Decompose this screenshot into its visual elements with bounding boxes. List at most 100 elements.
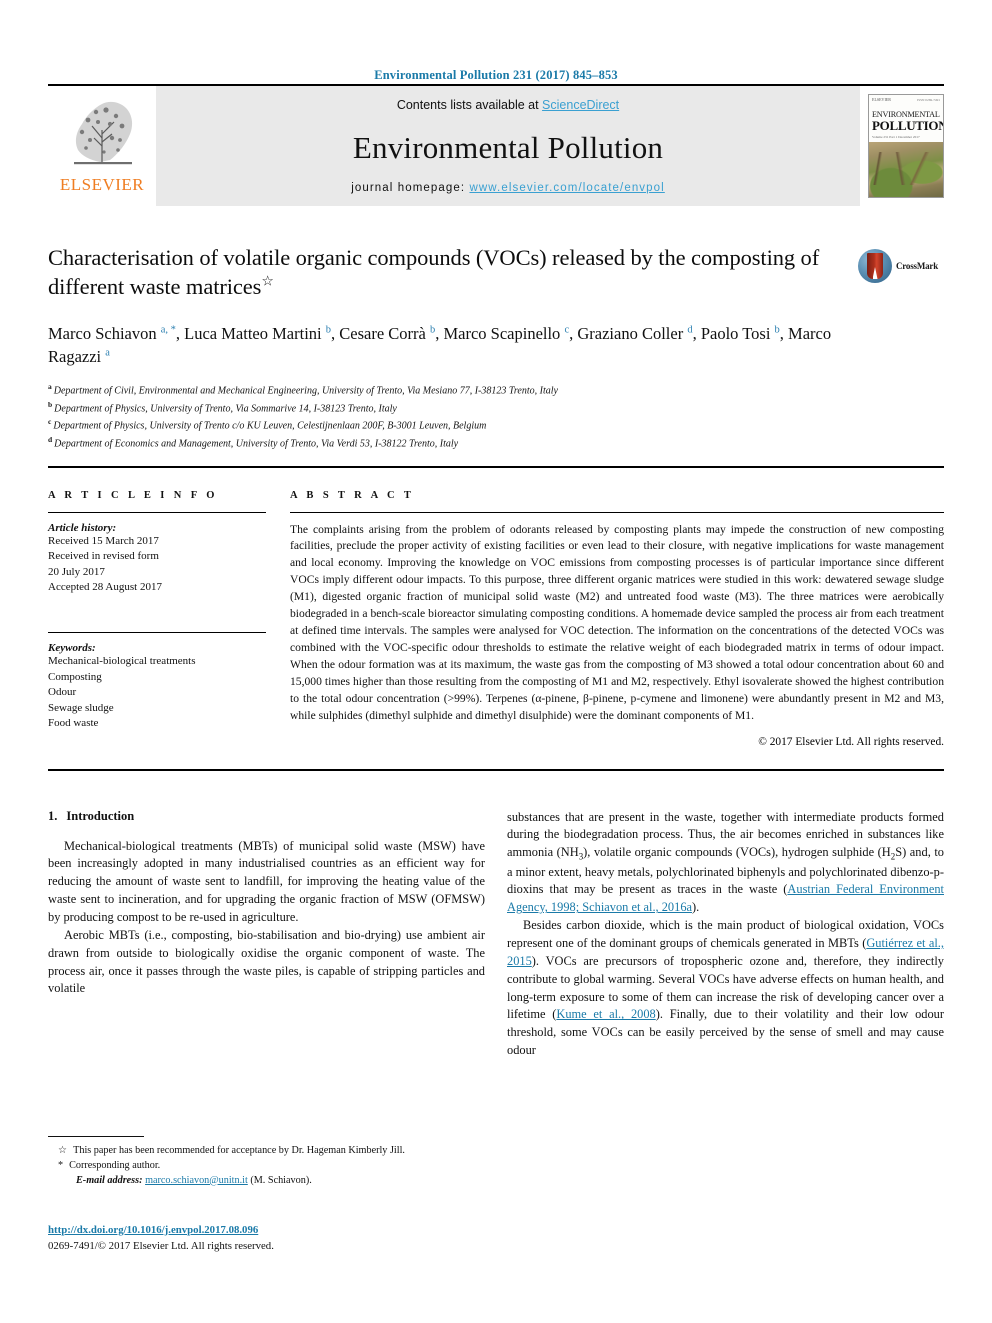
- footnote-star-text: This paper has been recommended for acce…: [73, 1145, 405, 1156]
- keyword-item: Food waste: [48, 717, 99, 730]
- journal-title: Environmental Pollution: [352, 129, 664, 165]
- affiliation-mark: d: [48, 434, 53, 444]
- article-history-item: 20 July 2017: [48, 565, 105, 578]
- article-history-item: Received 15 March 2017: [48, 534, 159, 547]
- crossmark-icon: [858, 249, 892, 283]
- elsevier-logo: ELSEVIER: [48, 86, 156, 206]
- email-address-label: E-mail address:: [76, 1174, 143, 1186]
- affiliation-item: b Department of Physics, University of Tr…: [48, 399, 944, 417]
- affiliation-text: Department of Economics and Management, …: [54, 438, 459, 450]
- elsevier-wordmark: ELSEVIER: [59, 175, 145, 194]
- masthead-center-band: Contents lists available at ScienceDirec…: [156, 86, 860, 206]
- author-affiliation-mark: a, *: [160, 324, 176, 336]
- keywords-label: Keywords:: [48, 641, 96, 654]
- imprint-block: http://dx.doi.org/10.1016/j.envpol.2017.…: [48, 1222, 508, 1254]
- affiliation-item: c Department of Physics, University of Tr…: [48, 416, 944, 434]
- abstract-column: A B S T R A C T The complaints arising f…: [290, 490, 944, 748]
- author-name: Marco Schiavon: [48, 323, 161, 343]
- contents-lists-line: Contents lists available at ScienceDirec…: [397, 98, 619, 112]
- article-info-heading: A R T I C L E I N F O: [48, 489, 218, 501]
- homepage-prefix: journal homepage:: [351, 182, 470, 194]
- author-name: Paolo Tosi: [700, 323, 775, 343]
- body-columns: 1. Introduction Mechanical-biological tre…: [48, 809, 944, 1060]
- keyword-item: Composting: [48, 670, 102, 683]
- affiliation-item: d Department of Economics and Management,…: [48, 434, 944, 452]
- issn-copyright-line: 0269-7491/© 2017 Elsevier Ltd. All right…: [48, 1240, 274, 1253]
- section-title: Introduction: [66, 808, 135, 823]
- journal-masthead: ELSEVIER Contents lists available at Sci…: [48, 84, 944, 206]
- affiliation-mark: a: [48, 382, 52, 392]
- author-name: Marco Scapinello: [443, 323, 565, 343]
- body-column-left: 1. Introduction Mechanical-biological tre…: [48, 809, 485, 1060]
- footnote-block: ☆ This paper has been recommended for ac…: [48, 1136, 485, 1188]
- author-name: Luca Matteo Martini: [184, 323, 326, 343]
- divider-below-abstract: [48, 768, 944, 771]
- crossmark-label: CrossMark: [896, 261, 939, 271]
- abstract-copyright: © 2017 Elsevier Ltd. All rights reserved…: [758, 735, 944, 748]
- keyword-item: Mechanical-biological treatments: [48, 654, 196, 667]
- affiliation-mark: c: [48, 417, 52, 427]
- intro-paragraph-2: Aerobic MBTs (i.e., composting, bio-stab…: [48, 927, 485, 996]
- cover-photo: [869, 141, 943, 197]
- keyword-item: Sewage sludge: [48, 701, 114, 714]
- affiliation-list: a Department of Civil, Environmental and …: [48, 381, 944, 451]
- corresponding-author-email-link[interactable]: marco.schiavon@unitn.it: [145, 1175, 248, 1186]
- intro-p3-seg4: ).: [692, 900, 700, 915]
- author-affiliation-mark: a: [105, 347, 110, 359]
- email-suffix: (M. Schiavon).: [250, 1174, 312, 1186]
- author-separator: ,: [175, 323, 185, 343]
- article-history-list: Received 15 March 2017 Received in revise…: [48, 534, 266, 596]
- page-title: Characterisation of volatile organic com…: [48, 244, 838, 302]
- affiliation-text: Department of Physics, University of Tre…: [53, 420, 487, 432]
- article-info-column: A R T I C L E I N F O Article history: R…: [48, 490, 266, 748]
- intro-paragraph-4: Besides carbon dioxide, which is the mai…: [507, 917, 944, 1060]
- section-heading-introduction: 1. Introduction: [48, 809, 485, 824]
- keywords-list: Mechanical-biological treatments Composti…: [48, 654, 266, 732]
- author-separator: ,: [331, 323, 340, 343]
- journal-article-page: Environmental Pollution 231 (2017) 845–8…: [0, 0, 992, 1323]
- running-head: Environmental Pollution 231 (2017) 845–8…: [374, 68, 618, 82]
- intro-paragraph-1: Mechanical-biological treatments (MBTs) …: [48, 838, 485, 924]
- author-separator: ,: [779, 323, 789, 343]
- article-history-label: Article history:: [48, 521, 117, 534]
- intro-p3-seg2: ), volatile organic compounds (VOCs), hy…: [583, 845, 891, 860]
- crossmark-badge[interactable]: CrossMark: [858, 246, 944, 286]
- footnote-star: ☆ This paper has been recommended for ac…: [48, 1144, 485, 1159]
- title-footnote-star: ☆: [261, 274, 274, 290]
- article-info-rule: [48, 511, 266, 513]
- elsevier-tree-icon: [60, 90, 144, 174]
- affiliation-text: Department of Physics, University of Tre…: [54, 403, 397, 415]
- keyword-item: Odour: [48, 686, 77, 699]
- author-name: Graziano Coller: [577, 323, 688, 343]
- journal-cover-thumbnail: ELSEVIER ISSN 0269-7491 ENVIRONMENTAL PO…: [868, 94, 944, 198]
- cover-top: ELSEVIER ISSN 0269-7491 ENVIRONMENTAL PO…: [869, 95, 943, 147]
- title-block: CrossMark Characterisation of volatile o…: [48, 244, 944, 452]
- keywords-block: Keywords: Mechanical-biological treatmen…: [48, 631, 266, 732]
- affiliation-text: Department of Civil, Environmental and M…: [53, 385, 558, 397]
- affiliation-mark: b: [48, 399, 53, 409]
- intro-paragraph-3: substances that are present in the waste…: [507, 809, 944, 918]
- sciencedirect-link[interactable]: ScienceDirect: [542, 98, 619, 112]
- footnote-corresponding: * Corresponding author.: [48, 1159, 485, 1174]
- doi-link[interactable]: http://dx.doi.org/10.1016/j.envpol.2017.…: [48, 1224, 258, 1236]
- affiliation-item: a Department of Civil, Environmental and …: [48, 381, 944, 399]
- abstract-heading: A B S T R A C T: [290, 489, 415, 501]
- footnote-star-mark: ☆: [58, 1145, 68, 1156]
- footnote-email-row: E-mail address: marco.schiavon@unitn.it …: [48, 1174, 485, 1189]
- footnote-corr-mark: *: [58, 1159, 64, 1171]
- author-name: Cesare Corrà: [339, 323, 430, 343]
- article-history-item: Received in revised form: [48, 550, 159, 563]
- info-and-abstract: A R T I C L E I N F O Article history: R…: [48, 490, 944, 748]
- keywords-rule: [48, 631, 266, 633]
- section-number: 1.: [48, 808, 58, 823]
- author-separator: ,: [692, 323, 701, 343]
- journal-homepage-link[interactable]: www.elsevier.com/locate/envpol: [469, 182, 664, 194]
- abstract-text: The complaints arising from the problem …: [290, 522, 944, 722]
- article-history-item: Accepted 28 August 2017: [48, 581, 162, 594]
- contents-prefix: Contents lists available at: [396, 98, 543, 112]
- citation-link-kume[interactable]: Kume et al., 2008: [556, 1007, 655, 1021]
- abstract-rule: [290, 511, 944, 513]
- body-column-right: substances that are present in the waste…: [507, 809, 944, 1060]
- footnote-rule: [48, 1136, 144, 1137]
- paper-title-text: Characterisation of volatile organic com…: [48, 245, 820, 299]
